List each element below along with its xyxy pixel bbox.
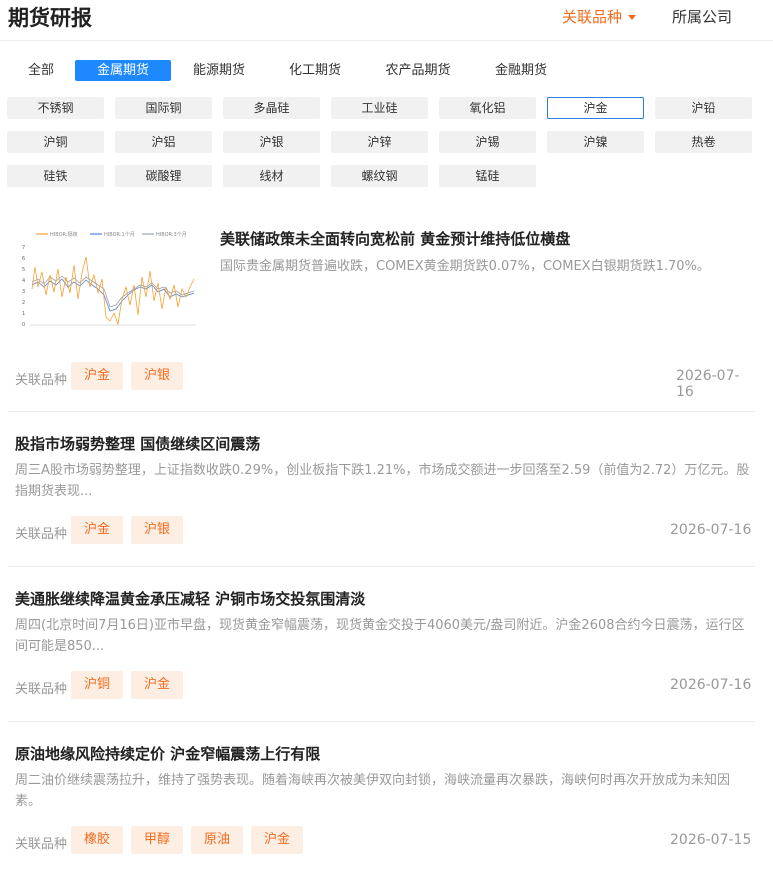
article-item[interactable]: 股指市场弱势整理 国债继续区间震荡 周三A股市场弱势整理，上证指数收跌0.29%… [8,411,755,567]
chip-intl-copper[interactable]: 国际铜 [115,97,212,119]
chip-hot-rolled-coil[interactable]: 热卷 [655,131,752,153]
tag-shfe-copper[interactable]: 沪铜 [71,671,123,699]
legend-hibor-overnight: HIBOR:隔夜 [50,231,78,238]
chip-silicomanganese[interactable]: 锰硅 [439,165,536,187]
svg-text:5: 5 [22,267,25,273]
article-item[interactable]: 美通胀继续降温黄金承压减轻 沪铜市场交投氛围清淡 周四(北京时间7月16日)亚市… [8,566,755,722]
article-summary: 国际贵金属期货普遍收跌，COMEX黄金期货跌0.07%，COMEX白银期货跌1.… [220,259,710,274]
tag-methanol[interactable]: 甲醇 [131,826,183,854]
article-title[interactable]: 股指市场弱势整理 国债继续区间震荡 [15,433,260,454]
tag-rubber[interactable]: 橡胶 [71,826,123,854]
tag-shfe-silver[interactable]: 沪银 [131,362,183,390]
chip-shfe-lead[interactable]: 沪铅 [655,97,752,119]
tag-crude-oil[interactable]: 原油 [191,826,243,854]
tag-shfe-gold[interactable]: 沪金 [251,826,303,854]
chip-shfe-nickel[interactable]: 沪镍 [547,131,644,153]
tab-metal-futures[interactable]: 金属期货 [75,60,171,81]
chip-rebar[interactable]: 螺纹钢 [331,165,428,187]
svg-text:4: 4 [22,278,25,284]
tab-energy-futures[interactable]: 能源期货 [183,60,255,81]
article-item[interactable]: 原油地缘风险持续定价 沪金窄幅震荡上行有限 周二油价继续震荡拉升，维持了强势表现… [8,721,755,869]
chip-shfe-copper[interactable]: 沪铜 [7,131,104,153]
thumbnail-legend: HIBOR:隔夜 HIBOR:1个月 HIBOR:3个月 [36,231,187,238]
page-title: 期货研报 [8,6,92,30]
related-varieties-label: 关联品种 [15,837,68,852]
tab-chemical-futures[interactable]: 化工期货 [279,60,351,81]
article-summary: 周三A股市场弱势整理，上证指数收跌0.29%，创业板指下跌1.21%，市场成交额… [15,463,750,499]
chip-shfe-zinc[interactable]: 沪锌 [331,131,428,153]
chip-stainless-steel[interactable]: 不锈钢 [7,97,104,119]
series-hibor-overnight [31,256,195,326]
related-varieties-label: 关联品种 [15,527,68,542]
article-title[interactable]: 美通胀继续降温黄金承压减轻 沪铜市场交投氛围清淡 [15,588,365,609]
legend-hibor-1m: HIBOR:1个月 [104,232,135,238]
article-date: 2026-07-16 [670,677,752,693]
chevron-down-icon [628,15,637,20]
legend-hibor-3m: HIBOR:3个月 [156,232,187,238]
chip-lithium-carbonate[interactable]: 碳酸锂 [115,165,212,187]
chip-shfe-silver[interactable]: 沪银 [223,131,320,153]
article-date: 2026-07-15 [670,832,752,848]
tag-shfe-gold[interactable]: 沪金 [71,516,123,544]
article-date: 2026-07-16 [676,368,740,400]
svg-text:7: 7 [22,245,25,251]
article-date: 2026-07-16 [670,522,752,538]
svg-text:0: 0 [22,322,25,328]
tag-shfe-gold[interactable]: 沪金 [71,362,123,390]
tag-shfe-silver[interactable]: 沪银 [131,516,183,544]
related-variety-filter[interactable]: 关联品种 [562,6,637,27]
chip-shfe-tin[interactable]: 沪锡 [439,131,536,153]
company-filter[interactable]: 所属公司 [672,6,732,27]
tab-financial-futures[interactable]: 金融期货 [485,60,557,81]
related-varieties-label: 关联品种 [15,373,68,388]
thumbnail-y-ticks: 7 6 5 4 3 2 1 0 [22,245,25,328]
article-summary: 周四(北京时间7月16日)亚市早盘，现货黄金窄幅震荡，现货黄金交投于4060美元… [15,618,745,654]
svg-text:6: 6 [22,256,25,262]
svg-text:2: 2 [22,300,25,306]
chip-industrial-silicon[interactable]: 工业硅 [331,97,428,119]
svg-text:1: 1 [22,311,25,317]
chip-shfe-aluminum[interactable]: 沪铝 [115,131,212,153]
chip-wire-rod[interactable]: 线材 [223,165,320,187]
article-title[interactable]: 美联储政策未全面转向宽松前 黄金预计维持低位横盘 [220,228,570,249]
chip-shfe-gold[interactable]: 沪金 [547,97,644,119]
article-thumbnail-chart: HIBOR:隔夜 HIBOR:1个月 HIBOR:3个月 7 6 5 4 3 2… [22,231,196,328]
tag-shfe-gold[interactable]: 沪金 [131,671,183,699]
tab-all[interactable]: 全部 [18,60,64,81]
related-varieties-label: 关联品种 [15,682,68,697]
svg-text:3: 3 [22,289,25,295]
article-item[interactable]: HIBOR:隔夜 HIBOR:1个月 HIBOR:3个月 7 6 5 4 3 2… [8,207,755,412]
chip-ferrosilicon[interactable]: 硅铁 [7,165,104,187]
related-variety-label: 关联品种 [562,8,623,26]
chip-alumina[interactable]: 氧化铝 [439,97,536,119]
article-summary: 周二油价继续震荡拉升，维持了强势表现。随着海峡再次被美伊双向封锁，海峡流量再次暴… [15,773,731,809]
chip-polysilicon[interactable]: 多晶硅 [223,97,320,119]
page-header: 期货研报 关联品种 所属公司 [0,0,773,41]
tab-agri-futures[interactable]: 农产品期货 [376,60,460,81]
article-title[interactable]: 原油地缘风险持续定价 沪金窄幅震荡上行有限 [15,743,320,764]
